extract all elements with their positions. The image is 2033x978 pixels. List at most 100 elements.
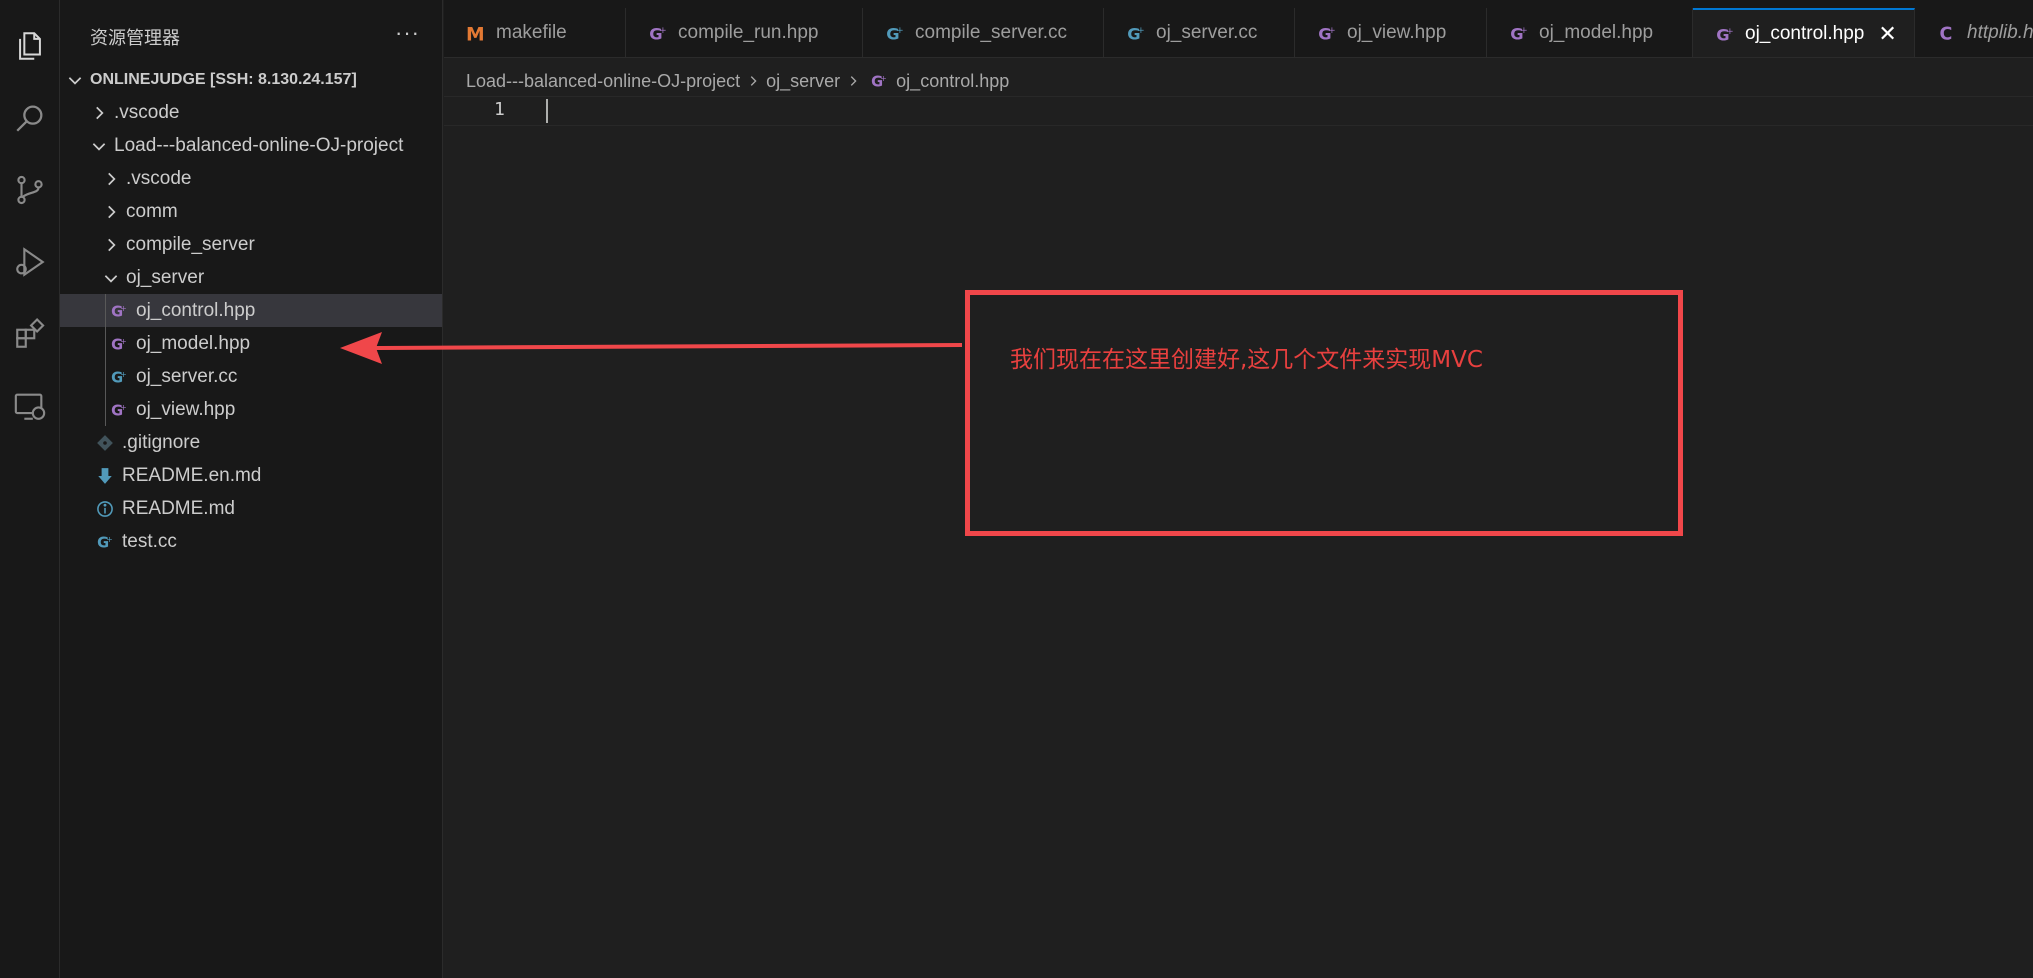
source-control-icon[interactable] [6,166,54,214]
tree-file-oj-server[interactable]: G + oj_server.cc [60,360,442,393]
tree-file-readme[interactable]: README.md [60,492,442,525]
tree-item-label: .vscode [126,167,192,189]
tab-label: compile_run.hpp [678,22,819,43]
explorer-icon[interactable] [6,22,54,70]
tree-file-oj-view[interactable]: G + oj_view.hpp [60,393,442,426]
breadcrumb-folder-oj-server[interactable]: oj_server [766,71,840,92]
breadcrumb-file[interactable]: oj_control.hpp [896,71,1009,92]
tree-item-label: .gitignore [122,431,201,453]
cpp-header-icon: G + [1715,24,1735,44]
tree-item-label: oj_model.hpp [136,332,251,354]
indent-guide [105,327,106,360]
cpp-header-icon: G + [110,401,128,418]
tree-file-test[interactable]: G + test.cc [60,525,442,558]
tab-httplib[interactable]: C httplib.h [1915,8,2033,57]
cpp-source-icon: G + [110,368,128,385]
svg-text:+: + [120,304,127,313]
tab-label: oj_server.cc [1156,22,1258,43]
tab-oj-server[interactable]: G + oj_server.cc [1104,8,1295,57]
tree-file-readme-en[interactable]: README.en.md [60,459,442,492]
tab-label: compile_server.cc [915,22,1068,43]
svg-text:+: + [1328,26,1335,36]
tree-folder-compile-server[interactable]: compile_server [60,228,442,261]
explorer-sidebar: 资源管理器 ··· ONLINEJUDGE [SSH: 8.130.24.157… [60,0,443,978]
chevron-right-icon [90,104,108,122]
tree-folder-vscode[interactable]: .vscode [60,162,442,195]
git-icon [96,434,114,452]
svg-text:+: + [880,74,887,83]
cpp-header-icon: G + [1509,23,1529,43]
more-actions-icon[interactable]: ··· [395,20,420,46]
tree-folder-oj-server[interactable]: oj_server [60,261,442,294]
tree-file-gitignore[interactable]: .gitignore [60,426,442,459]
search-icon[interactable] [6,94,54,142]
tab-oj-model[interactable]: G + oj_model.hpp [1487,8,1693,57]
annotation-text: 我们现在在这里创建好,这几个文件来实现MVC [1010,347,1483,373]
workspace-root-label: ONLINEJUDGE [SSH: 8.130.24.157] [90,70,357,88]
breadcrumb-folder-project[interactable]: Load---balanced-online-OJ-project [466,71,740,92]
tab-label: oj_view.hpp [1347,22,1447,43]
svg-text:+: + [120,337,127,346]
tree-item-label: oj_view.hpp [136,398,236,420]
cpp-source-icon: G + [1126,23,1146,43]
svg-text:M: M [466,25,485,44]
tab-label: httplib.h [1967,22,2033,43]
text-cursor [546,99,548,123]
line-number: 1 [494,99,505,120]
remote-explorer-icon[interactable] [6,382,54,430]
tree-file-oj-control[interactable]: G + oj_control.hpp [60,294,442,327]
tree-folder-vscode-root[interactable]: .vscode [60,96,442,129]
indent-guide [105,393,106,426]
chevron-right-icon [102,170,120,188]
workspace-root[interactable]: ONLINEJUDGE [SSH: 8.130.24.157] [60,63,442,96]
extensions-icon[interactable] [6,310,54,358]
chevron-down-icon [66,71,84,89]
tree-folder-comm[interactable]: comm [60,195,442,228]
cpp-source-icon: G + [96,533,114,550]
chevron-down-icon [90,137,108,155]
svg-text:+: + [1726,27,1733,37]
indent-guide [105,360,106,393]
svg-text:+: + [1520,26,1527,36]
chevron-right-icon [846,74,860,88]
tab-compile-run[interactable]: G + compile_run.hpp [626,8,863,57]
tab-label: oj_control.hpp [1745,23,1865,44]
cpp-source-icon: G + [885,23,905,43]
vscode-window: 资源管理器 ··· ONLINEJUDGE [SSH: 8.130.24.157… [0,0,2033,978]
svg-text:+: + [120,403,127,412]
indent-guide [105,294,106,327]
makefile-icon: M [466,23,486,44]
tab-compile-server[interactable]: G + compile_server.cc [863,8,1104,57]
tree-item-label: test.cc [122,530,177,552]
tab-oj-control[interactable]: G + oj_control.hpp ✕ [1693,8,1915,57]
code-editor[interactable]: 1 [444,96,2033,978]
tree-item-label: oj_control.hpp [136,299,256,321]
editor-tabs: M makefile G + compile_run.hpp G + compile… [444,0,2033,58]
tree-file-oj-model[interactable]: G + oj_model.hpp [60,327,442,360]
tree-item-label: comm [126,200,178,222]
tree-item-label: README.md [122,497,235,519]
svg-text:+: + [1137,26,1144,36]
tree-item-label: oj_server.cc [136,365,238,387]
cpp-header-icon: G + [1317,23,1337,43]
close-icon[interactable]: ✕ [1878,21,1896,47]
tree-item-label: oj_server [126,266,205,288]
chevron-down-icon [102,269,120,287]
tab-makefile[interactable]: M makefile [444,8,626,57]
cpp-header-icon: G + [870,72,888,90]
run-debug-icon[interactable] [6,238,54,286]
chevron-right-icon [746,74,760,88]
tree-item-label: compile_server [126,233,255,255]
current-line-highlight [444,96,2033,126]
explorer-title: 资源管理器 [90,28,180,49]
tab-label: oj_model.hpp [1539,22,1654,43]
svg-text:+: + [659,26,666,36]
cpp-header-icon: G + [110,302,128,319]
svg-text:+: + [120,370,127,379]
cpp-header-icon: G + [648,23,668,43]
chevron-right-icon [102,236,120,254]
cpp-header-icon: G + [110,335,128,352]
svg-text:C: C [1940,24,1953,43]
tree-folder-project[interactable]: Load---balanced-online-OJ-project [60,129,442,162]
tab-oj-view[interactable]: G + oj_view.hpp [1295,8,1487,57]
